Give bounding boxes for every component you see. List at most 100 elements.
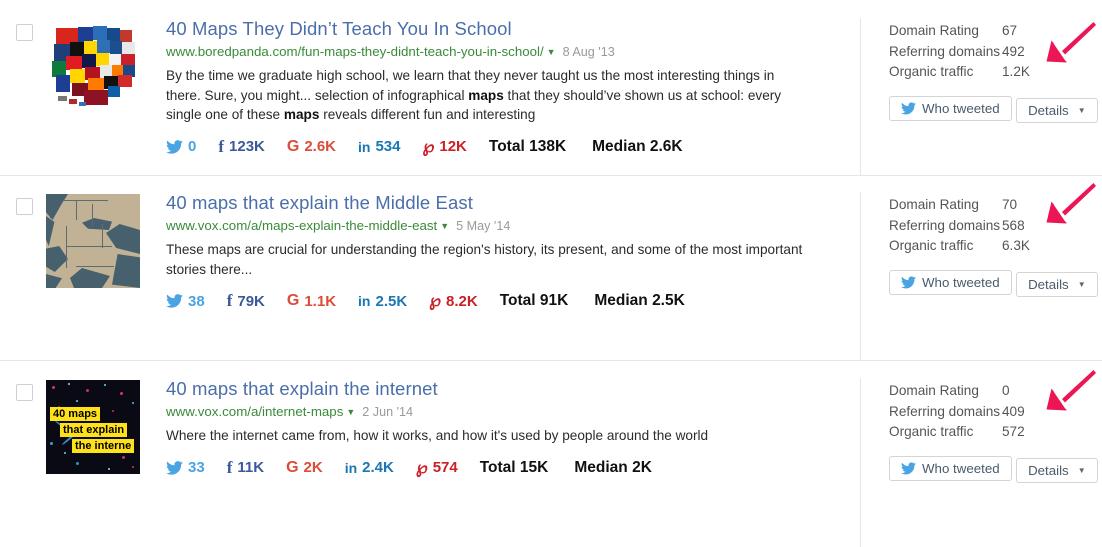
stat-value: 1.2K [1002, 64, 1030, 79]
desc-keyword-1: maps [468, 87, 504, 103]
result-url[interactable]: www.boredpanda.com/fun-maps-they-didnt-t… [166, 44, 544, 59]
linkedin-icon: in [358, 138, 371, 155]
result-main-column: 40 maps that explain the internet www.vo… [149, 378, 860, 478]
metric-twitter[interactable]: 38 [166, 293, 205, 310]
result-stats-panel: Domain Rating 70 Referring domains 568 O… [860, 183, 1102, 360]
stat-label: Organic traffic [889, 238, 974, 253]
metric-median: Median 2.6K [592, 138, 682, 156]
facebook-icon: f [218, 136, 225, 156]
metric-googleplus[interactable]: G 2.6K [287, 138, 336, 156]
metric-googleplus-value: 2.6K [304, 138, 337, 156]
result-stats-panel: Domain Rating 67 Referring domains 492 O… [860, 18, 1102, 175]
metric-facebook[interactable]: f 11K [227, 458, 264, 478]
details-button[interactable]: Details ▼ [1016, 271, 1098, 297]
thumb-text-line-2: that explain [60, 423, 128, 437]
metric-pinterest-value: 12K [439, 138, 467, 156]
google-icon: G [286, 458, 299, 476]
select-result-checkbox[interactable] [16, 384, 33, 401]
result-thumbnail-middle-east-map[interactable] [46, 194, 140, 288]
stat-value: 6.3K [1002, 238, 1030, 253]
details-label: Details [1028, 462, 1069, 478]
stat-label: Referring domains [889, 403, 1001, 419]
details-label: Details [1028, 102, 1069, 118]
metric-total-label: Total [488, 137, 525, 155]
stat-value: 568 [1002, 217, 1025, 233]
result-date: 5 May '14 [456, 219, 511, 233]
metric-linkedin[interactable]: in 534 [358, 138, 400, 155]
who-tweeted-button[interactable]: Who tweeted [889, 455, 1012, 481]
result-date: 2 Jun '14 [362, 405, 414, 419]
search-results-page: 40 Maps They Didn’t Teach You In School … [0, 0, 1102, 547]
metric-total-label: Total [479, 458, 516, 476]
chevron-down-icon[interactable]: ▼ [346, 407, 355, 417]
stat-organic-traffic: Organic traffic 572 [889, 422, 1102, 443]
metric-pinterest[interactable]: ℘ 574 [416, 458, 458, 478]
details-label: Details [1028, 276, 1069, 292]
metric-twitter[interactable]: 33 [166, 459, 205, 476]
result-stats-panel: Domain Rating 0 Referring domains 409 Or… [860, 370, 1102, 547]
stat-value: 0 [1002, 383, 1010, 398]
result-url[interactable]: www.vox.com/a/internet-maps [166, 404, 343, 419]
metric-linkedin[interactable]: in 2.5K [358, 293, 407, 310]
result-date: 8 Aug '13 [562, 45, 615, 59]
chevron-down-icon[interactable]: ▼ [547, 47, 556, 57]
thumb-text-line-3: the interne [72, 439, 135, 453]
google-icon: G [286, 137, 300, 155]
result-title-link[interactable]: 40 maps that explain the Middle East [166, 192, 846, 214]
metric-facebook-value: 11K [237, 459, 265, 477]
metric-googleplus[interactable]: G 2K [286, 459, 323, 477]
result-thumbnail-internet-maps-cover[interactable]: 40 maps that explain the interne [46, 380, 140, 474]
social-metrics-row: 33 f 11K G 2K in 2.4K ℘ 574 Total 15K Me… [166, 458, 846, 478]
metric-total-value: 91K [539, 292, 569, 310]
result-description: Where the internet came from, how it wor… [166, 426, 806, 446]
linkedin-icon: in [344, 459, 358, 476]
metric-facebook-value: 123K [229, 138, 265, 156]
stat-value: 409 [1002, 403, 1025, 419]
who-tweeted-button[interactable]: Who tweeted [889, 95, 1012, 121]
metric-facebook[interactable]: f 79K [227, 291, 265, 311]
checkbox-column [0, 192, 46, 215]
metric-linkedin[interactable]: in 2.4K [345, 459, 394, 476]
linkedin-icon: in [358, 293, 371, 310]
stat-value: 70 [1002, 197, 1018, 212]
stat-label: Domain Rating [889, 197, 979, 212]
google-icon: G [286, 292, 300, 310]
select-result-checkbox[interactable] [16, 198, 33, 215]
metric-facebook[interactable]: f 123K [218, 137, 265, 157]
stat-organic-traffic: Organic traffic 6.3K [889, 236, 1102, 257]
metric-pinterest[interactable]: ℘ 8.2K [429, 291, 478, 311]
who-tweeted-button[interactable]: Who tweeted [889, 269, 1012, 295]
result-row: 40 maps that explain the Middle East www… [0, 176, 1102, 361]
stat-value: 67 [1002, 23, 1018, 38]
result-row: 40 maps that explain the interne 40 maps… [0, 361, 1102, 547]
stat-referring-domains: Referring domains 568 [889, 216, 1102, 237]
result-description: These maps are crucial for understanding… [166, 240, 806, 279]
stat-label: Organic traffic [889, 424, 974, 439]
result-thumbnail-us-brand-map[interactable] [46, 20, 140, 112]
chevron-down-icon[interactable]: ▼ [440, 221, 449, 231]
twitter-icon [901, 101, 916, 115]
details-button[interactable]: Details ▼ [1016, 457, 1098, 483]
us-brand-map-image [46, 20, 140, 112]
metric-median-value: 2.6K [649, 137, 683, 155]
result-url-line: www.vox.com/a/internet-maps ▼ 2 Jun '14 [166, 403, 846, 422]
metric-total-value: 138K [529, 137, 567, 155]
pinterest-icon: ℘ [415, 457, 428, 477]
twitter-icon [166, 294, 183, 308]
metric-facebook-value: 79K [237, 292, 265, 310]
result-title-link[interactable]: 40 maps that explain the internet [166, 378, 846, 400]
details-button[interactable]: Details ▼ [1016, 97, 1098, 123]
select-result-checkbox[interactable] [16, 24, 33, 41]
metric-twitter[interactable]: 0 [166, 138, 196, 155]
result-title-link[interactable]: 40 Maps They Didn’t Teach You In School [166, 18, 846, 40]
thumb-text-line-1: 40 maps [50, 407, 101, 421]
metric-median-value: 2K [632, 458, 652, 476]
who-tweeted-label: Who tweeted [922, 460, 1000, 476]
metric-linkedin-value: 2.4K [362, 459, 394, 477]
result-url[interactable]: www.vox.com/a/maps-explain-the-middle-ea… [166, 218, 437, 233]
stat-label: Organic traffic [889, 64, 974, 79]
metric-twitter-value: 0 [188, 138, 197, 156]
metric-pinterest[interactable]: ℘ 12K [423, 137, 467, 157]
stat-referring-domains: Referring domains 409 [889, 402, 1102, 423]
metric-googleplus[interactable]: G 1.1K [287, 292, 336, 310]
